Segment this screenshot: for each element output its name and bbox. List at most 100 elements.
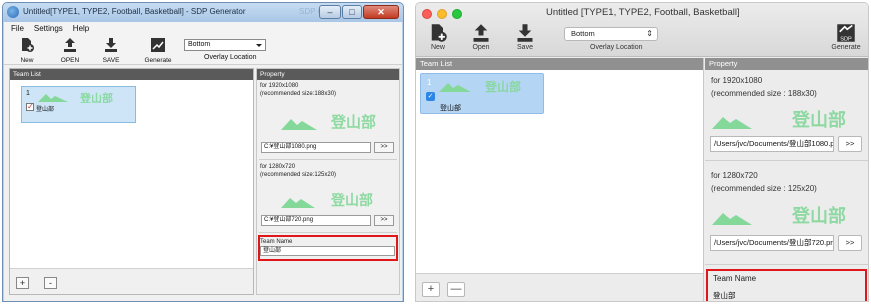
team-list-footer: + — [416,273,703,301]
menu-settings[interactable]: Settings [34,22,63,35]
mountain-logo-icon [281,198,315,208]
property-panel: Property for 1920x1080 (recommended size… [705,58,868,301]
save-label: SAVE [102,57,120,64]
sdp-badge: SDP [840,37,852,43]
sd-note: (recommended size:125x20) [260,172,337,178]
overlay-location-value: Bottom [571,29,595,38]
hd-section: for 1920x1080 (recommended size : 188x30… [711,74,817,100]
divider [705,160,868,161]
team-list-header: Team List [10,69,253,80]
team-number: 1 [26,90,30,97]
add-team-button[interactable]: + [422,282,440,297]
sd-path-field[interactable]: /Users/jvc/Documents/登山部720.png [710,235,834,251]
hd-logo-preview: 登山部 [279,106,389,134]
hd-browse-button[interactable]: >> [374,142,394,153]
open-label: Open [472,44,490,51]
team-logo-text: 登山部 [80,93,113,103]
hd-title: for 1920x1080 [260,83,299,89]
new-button[interactable]: New [7,36,47,64]
divider [705,264,868,265]
mac-toolbar: Untitled [TYPE1, TYPE2, Football, Basket… [416,3,868,57]
generate-sdp-icon: SDP [837,24,855,43]
new-button[interactable]: New [416,23,460,55]
open-upload-icon [64,38,76,52]
checkbox-icon[interactable]: ✓ [426,92,435,101]
windows-app-window: Untitled[TYPE1, TYPE2, Football, Basketb… [2,2,404,302]
new-label: New [430,44,445,51]
team-list-footer: + - [10,268,253,294]
minimize-button[interactable]: – [319,5,341,19]
team-logo: 登山部 [437,77,541,93]
save-download-icon [517,24,533,42]
sd-browse-button[interactable]: >> [838,235,862,251]
save-button[interactable]: Save [503,23,547,55]
close-button[interactable] [422,9,432,19]
sd-section: for 1280x720 (recommended size : 125x20) [711,169,817,195]
mountain-logo-icon [38,94,68,102]
remove-team-button[interactable]: - [44,277,57,289]
sd-note: (recommended size : 125x20) [711,184,817,193]
window-title: Untitled[TYPE1, TYPE2, Football, Basketb… [23,7,246,16]
divider [259,232,397,233]
sd-logo-text: 登山部 [331,192,373,208]
open-button[interactable]: Open [459,23,503,55]
app-icon [7,6,19,18]
team-name: 登山部 [440,105,461,112]
property-header: Property [705,58,868,70]
checkbox-icon[interactable]: ✓ [26,103,34,111]
generate-button[interactable]: Generate [138,36,178,64]
team-list-panel: Team List 1 登山部 ✓ 登山部 + - [9,68,254,295]
hd-path-field[interactable]: C:¥登山部1080.png [261,142,371,153]
sd-browse-button[interactable]: >> [374,215,394,226]
team-name: 登山部 [36,107,55,113]
overlay-location-select[interactable]: Bottom [184,39,266,51]
overlay-location-label: Overlay Location [590,44,643,51]
team-logo-text: 登山部 [485,80,522,93]
team-list-item[interactable]: 1 登山部 ✓ 登山部 [420,73,544,114]
team-list-header: Team List [416,58,703,70]
hd-logo-text: 登山部 [792,110,846,130]
menu-file[interactable]: File [11,22,24,35]
overlay-location-select[interactable]: Bottom ⇕ [564,27,658,41]
save-button[interactable]: SAVE [91,36,131,64]
generate-label: Generate [144,57,172,64]
sd-path-field[interactable]: C:¥登山部720.png [261,215,371,226]
hd-path-field[interactable]: /Users/jvc/Documents/登山部1080.png [710,136,834,152]
team-number: 1 [427,78,432,87]
property-panel: Property for 1920x1080 (recommended size… [256,68,400,295]
add-team-button[interactable]: + [16,277,29,289]
close-button[interactable]: ✕ [363,5,399,19]
zoom-button[interactable] [452,9,462,19]
generate-button[interactable]: SDP Generate [824,23,868,55]
sd-logo-text: 登山部 [792,206,846,226]
property-header: Property [257,69,399,80]
team-list-item[interactable]: 1 登山部 ✓ 登山部 [21,86,136,123]
new-file-icon [431,24,447,42]
hd-browse-button[interactable]: >> [838,136,862,152]
chevron-down-icon [256,44,262,47]
new-file-icon [22,38,34,52]
mountain-logo-icon [439,83,471,92]
open-label: OPEN [60,57,80,64]
menu-help[interactable]: Help [73,22,89,35]
chevron-updown-icon: ⇕ [646,29,653,38]
windows-title-bar[interactable]: Untitled[TYPE1, TYPE2, Football, Basketb… [3,3,403,22]
sd-title: for 1280x720 [260,164,296,170]
new-label: New [20,57,34,64]
overlay-location-value: Bottom [188,41,211,48]
sd-logo-preview: 登山部 [279,187,389,211]
mountain-logo-icon [712,213,752,225]
maximize-button[interactable]: □ [342,5,362,19]
hd-logo-preview: 登山部 [710,102,862,132]
generate-sdp-icon [151,38,165,52]
sd-title: for 1280x720 [711,171,758,180]
hd-section: for 1920x1080 (recommended size:188x30) [260,82,336,98]
open-upload-icon [473,24,489,42]
remove-team-button[interactable]: — [447,282,465,297]
hd-note: (recommended size:188x30) [260,91,337,97]
highlight-box [706,269,867,301]
highlight-box [258,235,398,261]
open-button[interactable]: OPEN [50,36,90,64]
minimize-button[interactable] [437,9,447,19]
hd-note: (recommended size : 188x30) [711,89,817,98]
